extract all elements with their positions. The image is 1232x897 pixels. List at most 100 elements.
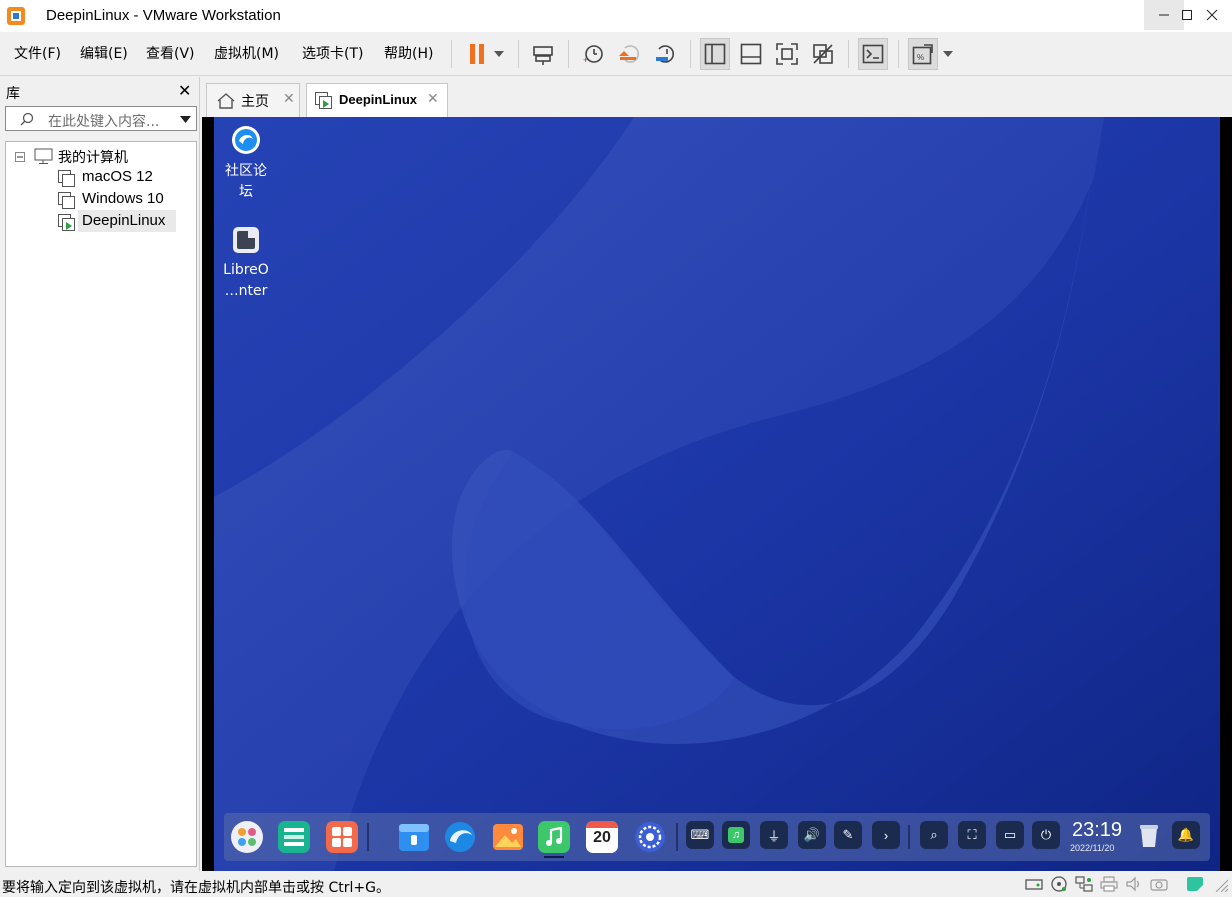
tab-home-label: 主页 (241, 94, 269, 110)
clock-time[interactable]: 23:19 (1072, 819, 1122, 842)
menu-help[interactable]: 帮助(H) (384, 43, 433, 63)
keyboard-icon[interactable]: ⌨ (686, 821, 714, 849)
thumbnail-bar-button[interactable] (736, 38, 766, 70)
menu-toolbar: 文件(F) 编辑(E) 查看(V) 虚拟机(M) 选项卡(T) 帮助(H) + … (0, 32, 1232, 76)
vm-running-icon (315, 92, 332, 109)
launcher-icon[interactable] (230, 820, 264, 854)
multitasking-icon[interactable] (278, 821, 310, 853)
menu-vm[interactable]: 虚拟机(M) (214, 43, 279, 63)
resize-grip-icon[interactable] (1212, 876, 1230, 892)
tab-deepinlinux-label: DeepinLinux (339, 92, 418, 107)
search-icon (20, 112, 34, 126)
full-screen-button[interactable] (772, 38, 802, 70)
power-icon[interactable]: ⏻ (1032, 821, 1060, 849)
library-close-button[interactable]: ✕ (178, 81, 191, 101)
menu-tabs[interactable]: 选项卡(T) (302, 43, 363, 63)
usb-icon[interactable]: ⏚ (760, 821, 788, 849)
search-placeholder: 在此处键入内容... (48, 114, 160, 130)
revert-snapshot-button[interactable] (614, 38, 644, 70)
screenshot-icon[interactable]: ⛶ (958, 821, 986, 849)
snapshot-clock-icon: + (583, 45, 603, 65)
desktop-icon-label[interactable]: LibreO …nter (216, 260, 276, 302)
svg-text:%: % (917, 53, 924, 62)
control-center-icon[interactable] (634, 821, 666, 853)
image-viewer-icon[interactable] (492, 821, 524, 853)
stretch-icon: % (912, 44, 933, 65)
chevron-down-icon[interactable] (180, 116, 191, 123)
desktop-icon-label[interactable]: 社区论 坛 (216, 161, 276, 203)
snapshot-manager-icon (656, 45, 674, 63)
power-dropdown[interactable] (488, 38, 510, 70)
library-layout-icon (704, 43, 726, 65)
search-icon[interactable]: ⌕ (920, 821, 948, 849)
hard-disk-icon[interactable] (1025, 876, 1043, 892)
desktop-icon-label-line2: 坛 (239, 184, 253, 200)
cd-drive-icon[interactable] (1050, 876, 1068, 892)
show-library-button[interactable] (700, 38, 730, 70)
libreoffice-icon[interactable] (231, 225, 261, 255)
stretch-dropdown[interactable] (938, 38, 958, 70)
file-manager-icon[interactable] (398, 821, 430, 853)
library-tree: 我的计算机 macOS 12 Windows 10 DeepinLinux (5, 141, 197, 867)
snapshot-manager-button[interactable] (650, 38, 680, 70)
tree-root-my-computer[interactable]: 我的计算机 (58, 147, 128, 167)
desktop-wallpaper (214, 117, 1220, 871)
expand-icon[interactable]: › (872, 821, 900, 849)
close-icon (1206, 9, 1218, 21)
collapse-icon[interactable] (15, 152, 25, 162)
calendar-header (586, 821, 618, 828)
tab-close-icon[interactable]: ✕ (427, 90, 439, 107)
status-message: 要将输入定向到该虚拟机，请在虚拟机内部单击或按 Ctrl+G。 (2, 880, 390, 896)
tab-bar: 主页 ✕ DeepinLinux ✕ (202, 77, 1232, 117)
browser-icon[interactable] (444, 821, 476, 853)
title-bar: DeepinLinux - VMware Workstation (0, 0, 1232, 32)
tree-item-deepinlinux[interactable]: DeepinLinux (82, 212, 165, 229)
network-icon[interactable] (1075, 876, 1093, 892)
revert-snapshot-icon (619, 45, 640, 63)
vm-icon (58, 170, 75, 187)
onscreen-keyboard-icon[interactable]: ▭ (996, 821, 1024, 849)
chevron-down-icon (943, 51, 953, 57)
svg-text:+: + (583, 55, 588, 65)
unity-mode-icon (813, 44, 833, 64)
dock-divider (908, 825, 910, 849)
menu-file[interactable]: 文件(F) (14, 43, 61, 63)
dock-divider (676, 823, 678, 851)
close-button[interactable] (1192, 0, 1232, 30)
notification-bell-icon[interactable]: 🔔 (1172, 821, 1200, 849)
music-icon[interactable] (538, 821, 570, 853)
calendar-icon[interactable]: 20 (586, 821, 618, 853)
tree-item-windows[interactable]: Windows 10 (82, 190, 164, 207)
tab-home[interactable]: 主页 ✕ (206, 83, 300, 117)
tab-close-icon[interactable]: ✕ (283, 90, 295, 107)
music-tray-icon[interactable]: ♫ (722, 821, 750, 849)
unity-button[interactable] (808, 38, 838, 70)
library-search-input[interactable]: 在此处键入内容... (5, 106, 197, 131)
send-ctrl-alt-del-button[interactable] (528, 38, 558, 70)
trash-icon[interactable] (1138, 823, 1160, 849)
tree-item-macos[interactable]: macOS 12 (82, 168, 153, 185)
volume-icon[interactable]: 🔊 (798, 821, 826, 849)
dock: 20 ⌨ ♫ ⏚ 🔊 ✎ › ⌕ ⛶ ▭ ⏻ 23:19 2022/11/20 … (224, 813, 1210, 861)
snapshot-button[interactable]: + (578, 38, 608, 70)
fullscreen-icon (776, 43, 798, 65)
pen-icon[interactable]: ✎ (834, 821, 862, 849)
vm-console[interactable]: 社区论 坛 LibreO …nter 20 ⌨ ♫ ⏚ 🔊 ✎ › ⌕ ⛶ ▭ … (202, 117, 1232, 871)
menu-edit[interactable]: 编辑(E) (80, 43, 128, 63)
dock-divider (367, 823, 369, 851)
printer-icon[interactable] (1100, 876, 1118, 892)
stretch-guest-button[interactable]: % (908, 38, 938, 70)
vm-icon (58, 192, 75, 209)
vm-running-icon (58, 214, 75, 231)
tab-deepinlinux[interactable]: DeepinLinux ✕ (306, 83, 448, 117)
guest-desktop[interactable]: 社区论 坛 LibreO …nter 20 ⌨ ♫ ⏚ 🔊 ✎ › ⌕ ⛶ ▭ … (214, 117, 1220, 871)
clock-date: 2022/11/20 (1070, 843, 1115, 853)
app-store-grid-icon[interactable] (326, 821, 358, 853)
desktop-icon-label-line1: LibreO (223, 262, 269, 278)
sound-icon[interactable] (1125, 876, 1143, 892)
camera-icon[interactable] (1150, 876, 1168, 892)
menu-view[interactable]: 查看(V) (146, 43, 195, 63)
deepin-forum-icon[interactable] (231, 125, 261, 155)
message-log-icon[interactable] (1186, 876, 1204, 892)
console-view-button[interactable] (858, 38, 888, 70)
